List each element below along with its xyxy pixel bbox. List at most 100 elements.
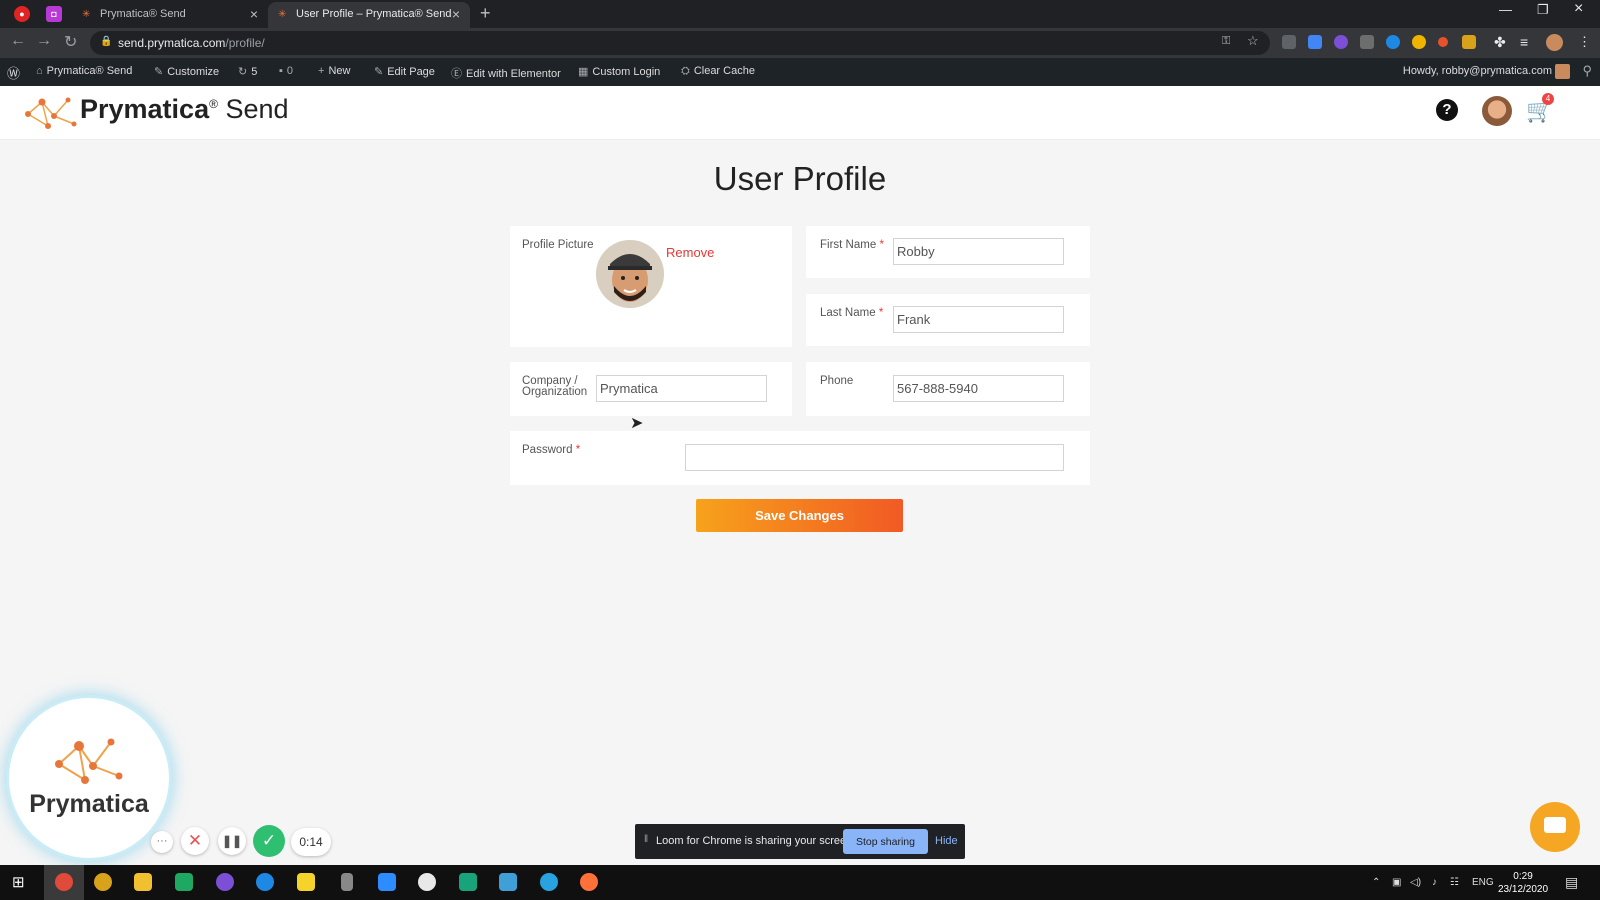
updates-icon: ↻ xyxy=(238,66,248,78)
extension-icon[interactable] xyxy=(1360,35,1374,49)
loom-camera-bubble[interactable]: Prymatica xyxy=(9,698,169,858)
app-icon[interactable] xyxy=(499,873,517,891)
profile-picture[interactable] xyxy=(596,240,664,308)
extensions-puzzle-icon[interactable]: ✤ xyxy=(1494,34,1506,51)
app-icon[interactable] xyxy=(418,873,436,891)
first-name-input[interactable] xyxy=(893,238,1064,265)
extension-icon[interactable] xyxy=(1334,35,1348,49)
key-icon[interactable]: ⚿ xyxy=(1222,35,1230,48)
minimize-icon[interactable]: — xyxy=(1499,2,1512,17)
user-avatar[interactable] xyxy=(1482,96,1512,126)
wp-howdy-user[interactable]: Howdy, robby@prymatica.com xyxy=(1403,65,1552,77)
lock-icon: 🔒 xyxy=(100,36,113,47)
pycharm-icon[interactable] xyxy=(175,873,193,891)
save-changes-button[interactable]: Save Changes xyxy=(696,499,903,532)
wp-customize[interactable]: ✎ Customize xyxy=(154,65,219,78)
profile-avatar-icon[interactable] xyxy=(1546,34,1563,51)
browser-toolbar: ← → ↻ 🔒 send.prymatica.com/profile/ ⚿ ☆ … xyxy=(0,28,1600,58)
back-icon[interactable]: ← xyxy=(10,32,26,50)
chrome-app-icon[interactable] xyxy=(94,873,112,891)
zoom-icon[interactable] xyxy=(378,873,396,891)
password-input[interactable] xyxy=(685,444,1064,471)
tab-close-icon[interactable]: × xyxy=(250,6,258,22)
pinned-tab-red-icon[interactable]: ● xyxy=(14,6,30,22)
stop-sharing-button[interactable]: Stop sharing xyxy=(843,829,928,854)
app-icon[interactable] xyxy=(216,873,234,891)
tray-wifi-icon[interactable]: ☷ xyxy=(1450,877,1459,888)
phone-input[interactable] xyxy=(893,375,1064,402)
tray-mic-icon[interactable]: ♪ xyxy=(1432,877,1437,888)
company-label: Company / Organization xyxy=(522,375,588,398)
extension-icon[interactable] xyxy=(1386,35,1400,49)
wp-admin-bar: Ⓦ ⌂ Prymatica® Send ✎ Customize ↻ 5 ▪ 0 + New… xyxy=(0,58,1600,86)
last-name-input[interactable] xyxy=(893,306,1064,333)
remove-picture-link[interactable]: Remove xyxy=(666,245,714,260)
app-icon[interactable] xyxy=(256,873,274,891)
pinned-tab-instagram-icon[interactable]: ◘ xyxy=(46,6,62,22)
tab-prymatica-send[interactable]: ✳ Prymatica® Send × xyxy=(72,2,268,28)
tray-volume-icon[interactable]: ◁) xyxy=(1410,877,1421,888)
bookmark-star-icon[interactable]: ☆ xyxy=(1247,33,1259,49)
first-name-label: First Name * xyxy=(820,239,884,251)
new-tab-icon[interactable]: + xyxy=(480,3,491,24)
clock-date: 23/12/2020 xyxy=(1498,884,1549,895)
reload-icon[interactable]: ↻ xyxy=(64,32,77,52)
wp-new[interactable]: + New xyxy=(318,65,350,77)
extension-icon[interactable] xyxy=(1308,35,1322,49)
wp-edit-with-elementor[interactable]: Ⓔ Edit with Elementor xyxy=(451,65,561,81)
notifications-icon[interactable]: ▤ xyxy=(1565,874,1578,891)
wp-custom-login[interactable]: ▦ Custom Login xyxy=(578,65,660,78)
plus-icon: + xyxy=(318,65,325,77)
cart-count-badge: 4 xyxy=(1542,93,1554,105)
chrome-app-icon[interactable] xyxy=(55,873,73,891)
extension-icon[interactable] xyxy=(1462,35,1476,49)
mouse-cursor-icon: ➤ xyxy=(630,415,644,432)
window-close-icon[interactable]: × xyxy=(1574,0,1583,18)
wp-site-name[interactable]: ⌂ Prymatica® Send xyxy=(36,65,132,77)
wp-user-avatar[interactable] xyxy=(1555,64,1570,79)
taskbar-clock[interactable]: 0:29 23/12/2020 xyxy=(1498,870,1548,896)
tray-language[interactable]: ENG xyxy=(1472,877,1494,888)
forward-icon[interactable]: → xyxy=(36,32,52,50)
wp-clear-cache[interactable]: ⛭ Clear Cache xyxy=(681,65,755,78)
tray-expand-icon[interactable]: ⌃ xyxy=(1372,877,1380,888)
tray-network-icon[interactable]: ▣ xyxy=(1392,877,1401,888)
hide-sharing-bar-button[interactable]: Hide xyxy=(935,835,958,847)
sharing-pause-icon: ‖ xyxy=(644,834,649,845)
tab-close-icon[interactable]: × xyxy=(452,6,460,22)
windows-start-icon[interactable]: ⊞ xyxy=(12,873,25,891)
company-input[interactable] xyxy=(596,375,767,402)
media-control-icon[interactable]: ≡ xyxy=(1520,34,1528,50)
wp-updates[interactable]: ↻ 5 xyxy=(238,65,257,78)
clock-time: 0:29 xyxy=(1513,871,1533,882)
app-icon[interactable] xyxy=(459,873,477,891)
help-icon[interactable]: ? xyxy=(1436,99,1458,121)
loom-pause-icon[interactable]: ❚❚ xyxy=(218,827,246,855)
dashboard-icon: ⌂ xyxy=(36,65,43,77)
app-icon[interactable] xyxy=(341,873,353,891)
loom-finish-check-icon[interactable]: ✓ xyxy=(253,825,285,857)
extension-icon[interactable] xyxy=(1282,35,1296,49)
cache-icon: ⛭ xyxy=(681,65,690,77)
chrome-menu-icon[interactable]: ⋮ xyxy=(1578,34,1591,50)
site-brand[interactable]: Prymatica® Send xyxy=(80,94,289,125)
app-icon[interactable] xyxy=(540,873,558,891)
wp-edit-page[interactable]: ✎ Edit Page xyxy=(374,65,435,78)
extension-icon[interactable] xyxy=(1412,35,1426,49)
live-chat-button[interactable] xyxy=(1530,802,1580,852)
file-explorer-icon[interactable] xyxy=(134,873,152,891)
wordpress-logo-icon[interactable]: Ⓦ xyxy=(7,63,20,82)
loom-cancel-icon[interactable]: ✕ xyxy=(181,827,209,855)
loom-more-icon[interactable]: ··· xyxy=(151,831,173,853)
restore-icon[interactable]: ❐ xyxy=(1537,2,1549,18)
firefox-icon[interactable] xyxy=(580,873,598,891)
sticky-notes-icon[interactable] xyxy=(297,873,315,891)
tab-user-profile[interactable]: ✳ User Profile – Prymatica® Send × xyxy=(268,2,470,28)
extension-icon[interactable] xyxy=(1438,37,1448,47)
prymatica-favicon-icon: ✳ xyxy=(82,9,91,20)
search-icon[interactable]: ⚲ xyxy=(1582,63,1592,79)
prymatica-logo-icon[interactable] xyxy=(24,94,80,132)
sharing-message: Loom for Chrome is sharing your screen. xyxy=(656,835,856,847)
address-bar[interactable]: 🔒 send.prymatica.com/profile/ ⚿ ☆ xyxy=(90,31,1270,55)
wp-comments[interactable]: ▪ 0 xyxy=(279,65,293,77)
